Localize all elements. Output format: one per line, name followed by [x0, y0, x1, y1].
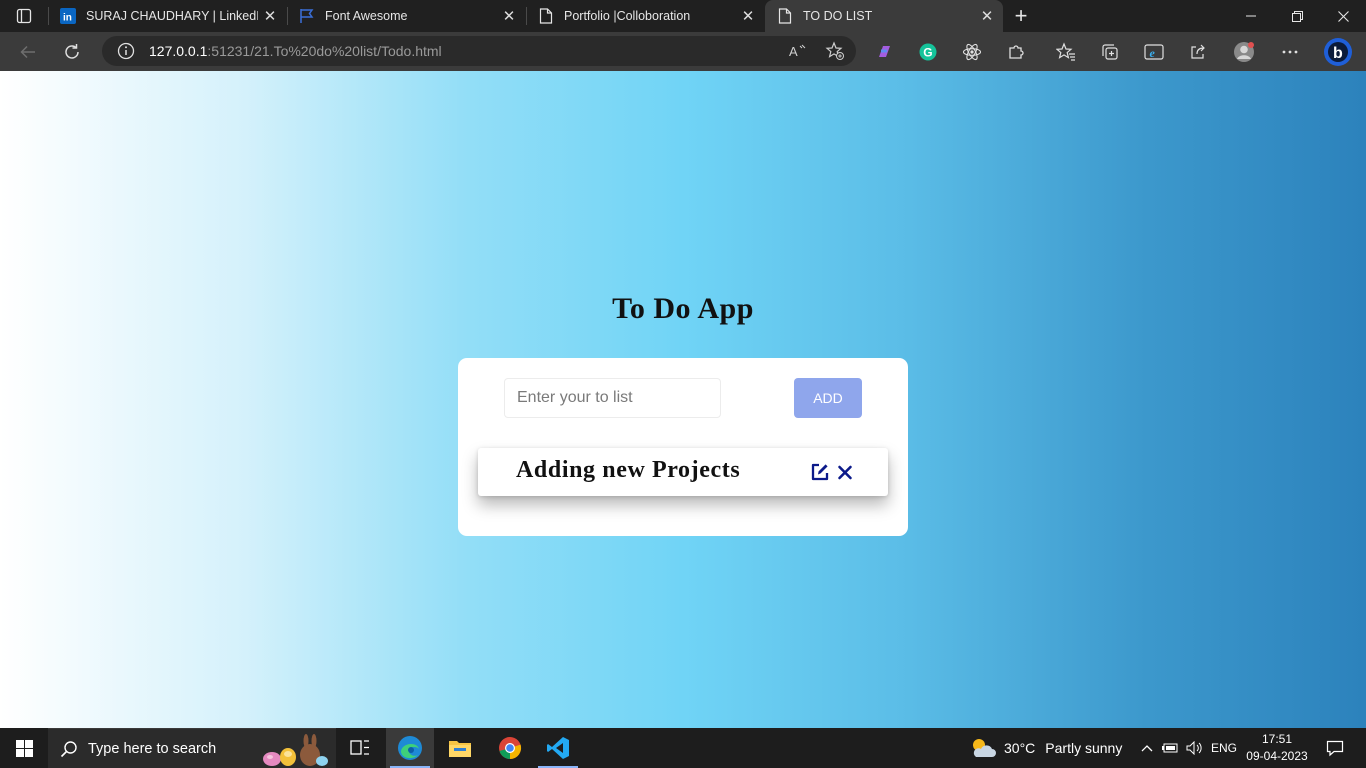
add-button[interactable]: ADD	[794, 378, 862, 418]
page-viewport: To Do App ADD Adding new Projects	[0, 71, 1366, 728]
delete-icon[interactable]	[837, 463, 853, 481]
font-awesome-flag-icon	[299, 8, 315, 24]
todo-list-item: Adding new Projects	[478, 448, 888, 496]
taskbar-search-box[interactable]: Type here to search	[48, 728, 336, 768]
partly-sunny-icon	[973, 739, 996, 757]
weather-condition: Partly sunny	[1045, 740, 1123, 756]
vscode-icon[interactable]	[534, 728, 582, 768]
close-window-icon[interactable]	[1320, 0, 1366, 32]
profile-avatar-icon[interactable]	[1228, 36, 1260, 68]
weather-temperature: 30°C	[1004, 740, 1036, 756]
svg-text:e: e	[1150, 46, 1156, 60]
url-host: 127.0.0.1	[149, 43, 208, 59]
svg-text:G: G	[923, 45, 932, 59]
clock-date: 09-04-2023	[1246, 749, 1308, 763]
edge-icon[interactable]	[386, 728, 434, 768]
tab-label: Portfolio |Colloboration	[564, 9, 691, 23]
tab-portfolio[interactable]: Portfolio |Colloboration ✕	[526, 0, 764, 32]
new-tab-button[interactable]: +	[1008, 3, 1034, 28]
page-title: To Do App	[612, 292, 754, 325]
read-aloud-icon[interactable]: A	[783, 36, 813, 66]
add-favorite-icon[interactable]	[820, 36, 850, 66]
linkedin-icon: in	[60, 8, 76, 24]
tab-label: TO DO LIST	[803, 9, 873, 23]
more-options-icon[interactable]	[1274, 36, 1306, 68]
close-tab-icon[interactable]: ✕	[258, 4, 282, 28]
tab-todo-list[interactable]: TO DO LIST ✕	[765, 0, 1003, 32]
search-icon	[60, 740, 77, 757]
weather-widget[interactable]: 30°C Partly sunny	[968, 728, 1122, 768]
extensions-puzzle-icon[interactable]	[1000, 36, 1032, 68]
extension-purple-icon[interactable]	[868, 36, 900, 68]
show-hidden-icons-chevron-icon[interactable]	[1136, 728, 1158, 768]
task-view-icon[interactable]	[336, 728, 384, 768]
svg-text:in: in	[63, 13, 72, 24]
svg-text:A: A	[789, 44, 798, 59]
edit-icon[interactable]	[810, 462, 830, 482]
close-tab-icon[interactable]: ✕	[497, 4, 521, 28]
easter-eggs-illustration-icon	[263, 734, 328, 766]
tab-linkedin[interactable]: in SURAJ CHAUDHARY | LinkedIn ✕	[48, 0, 286, 32]
windows-taskbar: Type here to search 30°C Partly sunny EN…	[0, 728, 1366, 768]
battery-icon[interactable]	[1160, 728, 1182, 768]
input-language[interactable]: ENG	[1208, 728, 1240, 768]
refresh-icon[interactable]	[56, 36, 88, 68]
todo-input[interactable]	[504, 378, 721, 418]
volume-icon[interactable]	[1184, 728, 1206, 768]
close-tab-icon[interactable]: ✕	[975, 4, 999, 28]
system-clock[interactable]: 17:51 09-04-2023	[1240, 731, 1314, 765]
todo-item-text: Adding new Projects	[516, 457, 741, 483]
page-icon	[538, 8, 554, 24]
react-devtools-icon[interactable]	[956, 36, 988, 68]
favorites-icon[interactable]	[1050, 36, 1082, 68]
tab-font-awesome[interactable]: Font Awesome ✕	[287, 0, 525, 32]
windows-start-icon[interactable]	[0, 728, 48, 768]
grammarly-icon[interactable]: G	[912, 36, 944, 68]
chrome-icon[interactable]	[486, 728, 534, 768]
restore-icon[interactable]	[1274, 0, 1320, 32]
browser-tab-strip: in SURAJ CHAUDHARY | LinkedIn ✕ Font Awe…	[0, 0, 1366, 32]
site-info-icon[interactable]	[117, 42, 135, 60]
tab-actions-icon[interactable]	[8, 4, 40, 28]
search-placeholder: Type here to search	[88, 740, 217, 757]
browser-toolbar: 127.0.0.1:51231/21.To%20do%20list/Todo.h…	[0, 32, 1366, 71]
close-tab-icon[interactable]: ✕	[736, 4, 760, 28]
share-icon[interactable]	[1182, 36, 1214, 68]
url-text: 127.0.0.1:51231/21.To%20do%20list/Todo.h…	[149, 43, 442, 59]
tab-label: SURAJ CHAUDHARY | LinkedIn	[86, 9, 258, 23]
file-explorer-icon[interactable]	[436, 728, 484, 768]
minimize-icon[interactable]	[1228, 0, 1274, 32]
svg-text:b: b	[1333, 45, 1343, 62]
bing-copilot-icon[interactable]: b	[1320, 36, 1356, 68]
page-icon	[777, 8, 793, 24]
collections-icon[interactable]	[1094, 36, 1126, 68]
address-bar[interactable]: 127.0.0.1:51231/21.To%20do%20list/Todo.h…	[102, 36, 856, 66]
ie-mode-icon[interactable]: e	[1138, 36, 1170, 68]
notifications-icon[interactable]	[1318, 728, 1352, 768]
tab-label: Font Awesome	[325, 9, 408, 23]
todo-card: ADD Adding new Projects	[458, 358, 908, 536]
back-arrow-icon[interactable]	[12, 36, 44, 68]
clock-time: 17:51	[1261, 732, 1293, 746]
url-path: :51231/21.To%20do%20list/Todo.html	[207, 43, 442, 59]
